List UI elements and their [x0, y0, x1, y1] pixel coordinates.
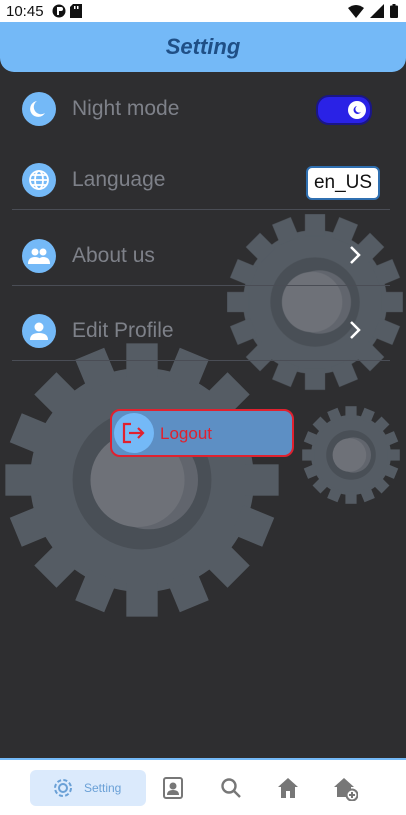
person-icon	[22, 314, 56, 348]
globe-icon	[22, 163, 56, 197]
search-icon[interactable]	[220, 777, 242, 799]
chevron-right-icon	[350, 246, 361, 264]
status-time: 10:45	[6, 3, 44, 20]
row-divider	[12, 209, 390, 210]
home-icon[interactable]	[277, 777, 299, 799]
logout-button[interactable]: Logout	[110, 409, 294, 457]
group-icon	[22, 239, 56, 273]
app-header: Setting	[0, 22, 406, 72]
wifi-icon	[348, 4, 364, 18]
logout-icon	[114, 413, 154, 453]
status-left-icons	[52, 4, 82, 18]
bottom-navigation: Setting	[0, 758, 406, 815]
moon-small-icon	[353, 106, 361, 114]
setting-row-language[interactable]: Language en_US	[12, 150, 390, 210]
app-notification-icon	[52, 4, 66, 18]
about-us-label: About us	[72, 244, 155, 267]
profile-card-icon[interactable]	[162, 777, 184, 799]
moon-icon	[22, 92, 56, 126]
logout-label: Logout	[160, 424, 212, 443]
night-mode-label: Night mode	[72, 97, 180, 120]
setting-row-edit-profile[interactable]: Edit Profile	[12, 301, 390, 361]
signal-icon	[370, 4, 384, 18]
chevron-right-icon	[350, 321, 361, 339]
language-selector[interactable]: en_US	[306, 166, 380, 200]
status-right-icons	[348, 4, 398, 18]
status-bar: 10:45	[0, 0, 406, 24]
row-divider	[12, 285, 390, 286]
edit-profile-label: Edit Profile	[72, 319, 174, 342]
setting-row-night-mode: Night mode	[12, 79, 390, 139]
sd-card-icon	[70, 4, 82, 18]
setting-row-about-us[interactable]: About us	[12, 226, 390, 286]
night-mode-toggle[interactable]	[316, 95, 372, 125]
row-divider	[12, 360, 390, 361]
nav-tab-setting[interactable]: Setting	[30, 770, 146, 806]
home-add-icon[interactable]	[334, 777, 358, 801]
nav-tab-setting-label: Setting	[84, 781, 122, 795]
battery-icon	[390, 4, 398, 18]
language-label: Language	[72, 168, 166, 191]
toggle-knob	[348, 101, 366, 119]
page-title: Setting	[165, 34, 241, 59]
settings-icon	[54, 779, 72, 797]
